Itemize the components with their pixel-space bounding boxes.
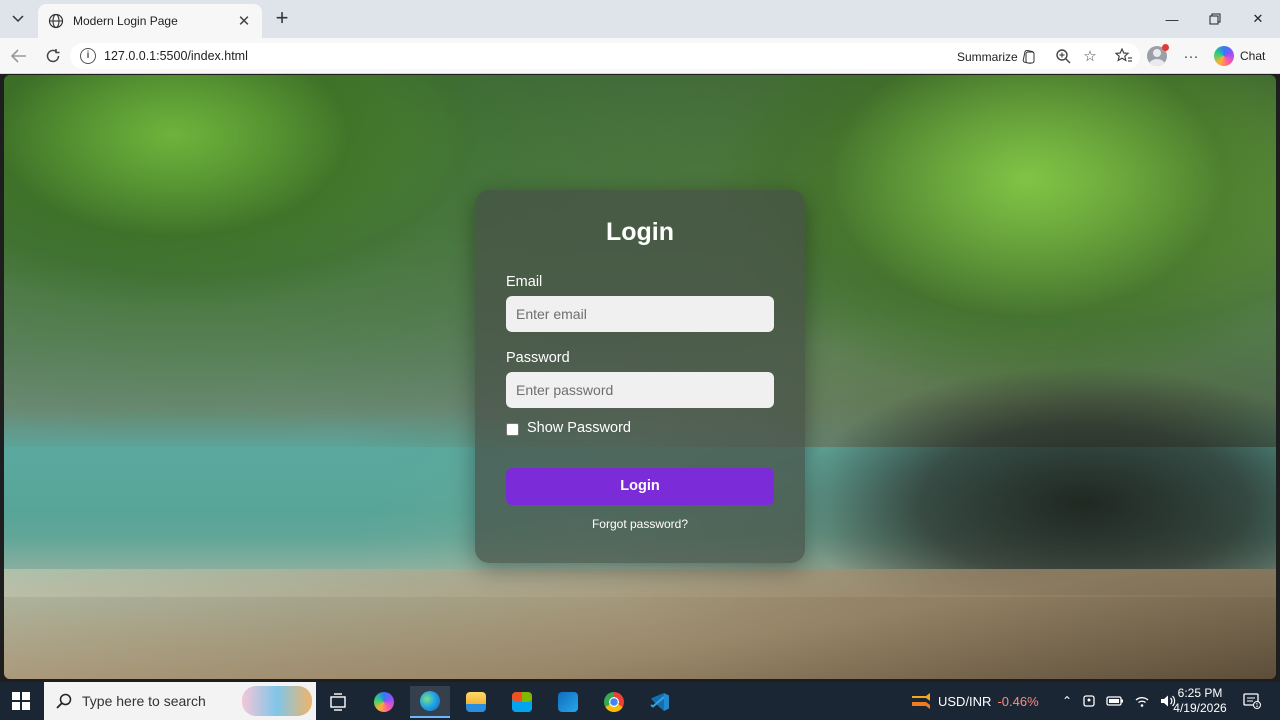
maximize-icon[interactable] [1193, 0, 1237, 38]
ticker-icon [912, 693, 930, 709]
email-label: Email [506, 274, 543, 290]
edge-icon[interactable] [410, 686, 450, 718]
favorites-icon[interactable] [1113, 46, 1135, 66]
tab-list-icon[interactable] [6, 7, 30, 31]
profile-avatar[interactable] [1147, 44, 1169, 66]
browser-tab-bar: Modern Login Page ✕ + — ✕ [0, 0, 1280, 38]
summarize-button[interactable]: Summarize [957, 49, 1037, 65]
forgot-password-link[interactable]: Forgot password? [506, 517, 774, 531]
login-heading: Login [605, 218, 675, 246]
ticker-label: USD/INR [938, 693, 992, 709]
windows-start-icon[interactable] [12, 692, 30, 710]
ticker-change: -0.46% [997, 693, 1039, 709]
zoom-icon[interactable] [1052, 46, 1074, 66]
chat-label: Chat [1240, 49, 1266, 63]
battery-icon[interactable] [1106, 695, 1124, 707]
new-tab-icon[interactable]: + [270, 7, 294, 31]
copilot-taskbar-icon[interactable] [364, 686, 404, 718]
file-explorer-icon[interactable] [456, 686, 496, 718]
email-field[interactable] [506, 296, 774, 332]
chevron-up-icon[interactable]: ⌃ [1062, 694, 1072, 708]
close-icon[interactable]: ✕ [236, 12, 252, 30]
refresh-icon[interactable] [40, 44, 66, 68]
chrome-icon[interactable] [594, 686, 634, 718]
system-tray: ⌃ [1062, 682, 1176, 720]
notification-dot [1162, 44, 1169, 51]
browser-toolbar: i 127.0.0.1:5500/index.html Summarize ☆ … [0, 38, 1280, 74]
meet-now-icon[interactable] [1082, 694, 1096, 708]
clock-time: 6:25 PM [1177, 686, 1223, 700]
site-info-icon[interactable]: i [80, 48, 96, 64]
taskbar: Type here to search USD/INR -0.46% ⌃ 6:2… [0, 682, 1280, 720]
password-label: Password [506, 350, 570, 366]
show-password-row: Show Password [506, 420, 774, 436]
minimize-icon[interactable]: — [1150, 0, 1194, 38]
page-background: Login Email Password Show Password Login… [4, 75, 1276, 679]
window-close-icon[interactable]: ✕ [1236, 0, 1280, 38]
search-placeholder: Type here to search [82, 693, 206, 709]
search-highlight-image [242, 686, 312, 716]
summarize-label: Summarize [957, 50, 1018, 64]
outlook-icon[interactable] [548, 686, 588, 718]
stock-ticker[interactable]: USD/INR -0.46% [910, 682, 1039, 720]
password-field[interactable] [506, 372, 774, 408]
svg-text:1: 1 [1255, 703, 1258, 709]
favorite-star-icon[interactable]: ☆ [1079, 46, 1101, 66]
beach-sand [4, 569, 1276, 679]
taskbar-search[interactable]: Type here to search [44, 682, 316, 720]
task-view-icon[interactable] [318, 686, 358, 718]
wifi-icon[interactable] [1134, 694, 1150, 708]
browser-tab[interactable]: Modern Login Page ✕ [38, 4, 262, 38]
login-button[interactable]: Login [506, 468, 774, 505]
copilot-icon [1214, 46, 1234, 66]
rocks [796, 365, 1276, 595]
chat-button[interactable]: Chat [1214, 46, 1265, 66]
show-password-checkbox[interactable] [506, 423, 519, 436]
back-icon[interactable] [6, 44, 32, 68]
globe-icon [48, 13, 64, 29]
clock-date: 4/19/2026 [1173, 701, 1227, 715]
system-clock[interactable]: 6:25 PM 4/19/2026 [1170, 682, 1230, 720]
search-icon [56, 693, 72, 709]
vscode-icon[interactable] [640, 686, 680, 718]
foliage-left [4, 75, 484, 315]
login-card: Login Email Password Show Password Login… [475, 190, 805, 563]
show-password-label[interactable]: Show Password [527, 420, 631, 436]
store-icon[interactable] [502, 686, 542, 718]
tab-title: Modern Login Page [73, 14, 178, 28]
notification-icon[interactable]: 1 [1240, 682, 1264, 720]
more-icon[interactable]: ··· [1180, 46, 1202, 66]
summarize-icon [1022, 49, 1035, 64]
